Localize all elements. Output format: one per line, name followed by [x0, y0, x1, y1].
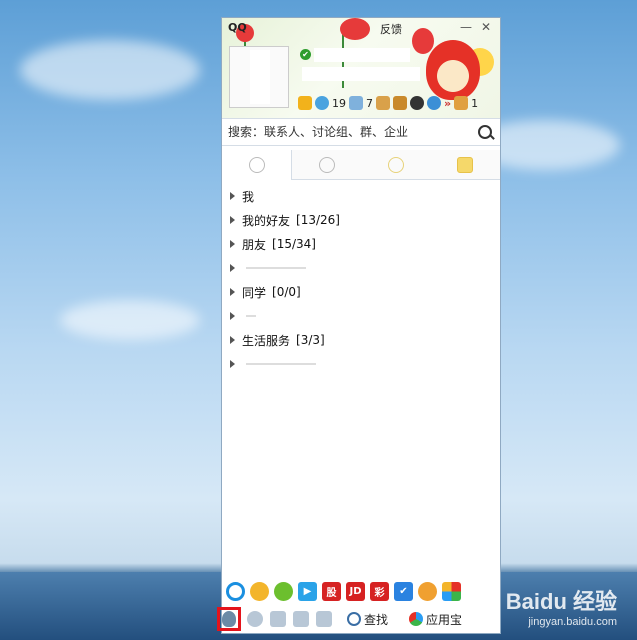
contact-icon: [248, 157, 265, 173]
redacted-group-name: [246, 363, 316, 365]
baidu-watermark: Baidu 经验 jingyan.baidu.com: [505, 589, 617, 628]
expand-arrow-icon: [230, 288, 235, 296]
expand-arrow-icon: [230, 216, 235, 224]
app-toolbar: ▶ 股 JD 彩 ✔: [226, 580, 496, 602]
jd-icon[interactable]: JD: [346, 581, 365, 601]
qq-game-icon[interactable]: [250, 581, 269, 601]
search-bar: [222, 118, 500, 146]
tab-space[interactable]: [361, 150, 431, 180]
search-input[interactable]: [228, 124, 468, 140]
expand-arrow-icon: [230, 360, 235, 368]
list-item[interactable]: 同学 [0/0]: [222, 280, 500, 304]
close-button[interactable]: ✕: [478, 20, 494, 34]
appstore-button[interactable]: 应用宝: [409, 611, 462, 628]
cart-icon[interactable]: [376, 96, 390, 110]
file-folder-icon[interactable]: [293, 611, 309, 627]
mail-count: 7: [366, 96, 373, 110]
find-button[interactable]: 查找: [347, 611, 388, 628]
avatar[interactable]: [229, 46, 289, 108]
star-level-icon[interactable]: [298, 96, 312, 110]
qq-music-icon[interactable]: [427, 96, 441, 110]
redacted-group-name: [246, 315, 256, 317]
list-item[interactable]: 我: [222, 184, 500, 208]
box-icon[interactable]: [454, 96, 469, 110]
main-menu-button[interactable]: [217, 607, 241, 631]
profile-header: QQ 反馈 — ✕ ✔ 19 7 » 1: [222, 18, 500, 118]
list-item[interactable]: 生活服务 [3/3]: [222, 328, 500, 352]
qq-main-window: QQ 反馈 — ✕ ✔ 19 7 » 1 我: [217, 17, 501, 634]
redacted-group-name: [246, 267, 306, 269]
nickname-redacted: [314, 48, 410, 62]
expand-arrow-icon: [230, 336, 235, 344]
app-manager-icon[interactable]: [442, 581, 461, 601]
expand-arrow-icon: [230, 264, 235, 272]
contact-group-list: 我 我的好友 [13/26] 朋友 [15/34] 同学 [0/0] 生活服务 [3/3…: [222, 184, 500, 376]
search-icon[interactable]: [478, 125, 492, 139]
main-tabs: [222, 150, 500, 180]
wallet-icon[interactable]: [393, 96, 407, 110]
background-cloud: [20, 40, 200, 100]
list-item[interactable]: [222, 304, 500, 328]
qzone-count: 19: [332, 96, 346, 110]
online-status-icon[interactable]: ✔: [300, 49, 311, 60]
favorites-icon[interactable]: [316, 611, 332, 627]
lottery-icon[interactable]: 彩: [370, 581, 389, 601]
profile-icon-row: 19 7 » 1: [298, 94, 478, 112]
qq-speed-icon[interactable]: [274, 581, 293, 601]
minimize-button[interactable]: —: [458, 20, 474, 34]
mascot-decoration: [426, 40, 480, 100]
speaker-icon[interactable]: [270, 611, 286, 627]
more-icon[interactable]: »: [444, 97, 451, 110]
space-icon: [388, 156, 405, 173]
penguin-icon[interactable]: [410, 96, 424, 110]
tab-recent[interactable]: [430, 150, 500, 180]
box-count: 1: [471, 96, 479, 110]
penguin-menu-icon: [222, 611, 236, 627]
pet-icon[interactable]: [418, 581, 437, 601]
list-item[interactable]: [222, 352, 500, 376]
stock-icon[interactable]: 股: [322, 581, 341, 601]
bottom-toolbar: 查找 应用宝: [217, 605, 500, 633]
signature-redacted[interactable]: [302, 67, 420, 81]
window-title: QQ: [228, 21, 247, 34]
qzone-icon[interactable]: [315, 96, 329, 110]
browser-icon[interactable]: [226, 581, 245, 601]
tab-contacts[interactable]: [222, 150, 293, 180]
group-icon: [318, 156, 335, 173]
expand-arrow-icon: [230, 240, 235, 248]
settings-gear-icon[interactable]: [247, 611, 263, 627]
mail-icon[interactable]: [349, 96, 363, 110]
chat-icon: [457, 156, 474, 173]
feedback-link[interactable]: 反馈: [380, 21, 402, 37]
list-item[interactable]: [222, 256, 500, 280]
search-magnifier-icon: [347, 612, 361, 626]
list-item[interactable]: 朋友 [15/34]: [222, 232, 500, 256]
background-cloud: [60, 300, 200, 340]
video-play-icon[interactable]: ▶: [298, 581, 317, 601]
expand-arrow-icon: [230, 312, 235, 320]
flower-decoration: [340, 18, 370, 40]
flower-decoration: [412, 28, 434, 54]
expand-arrow-icon: [230, 192, 235, 200]
list-item[interactable]: 我的好友 [13/26]: [222, 208, 500, 232]
appstore-icon: [409, 612, 424, 626]
tab-groups[interactable]: [292, 150, 362, 180]
security-shield-icon[interactable]: ✔: [394, 581, 413, 601]
